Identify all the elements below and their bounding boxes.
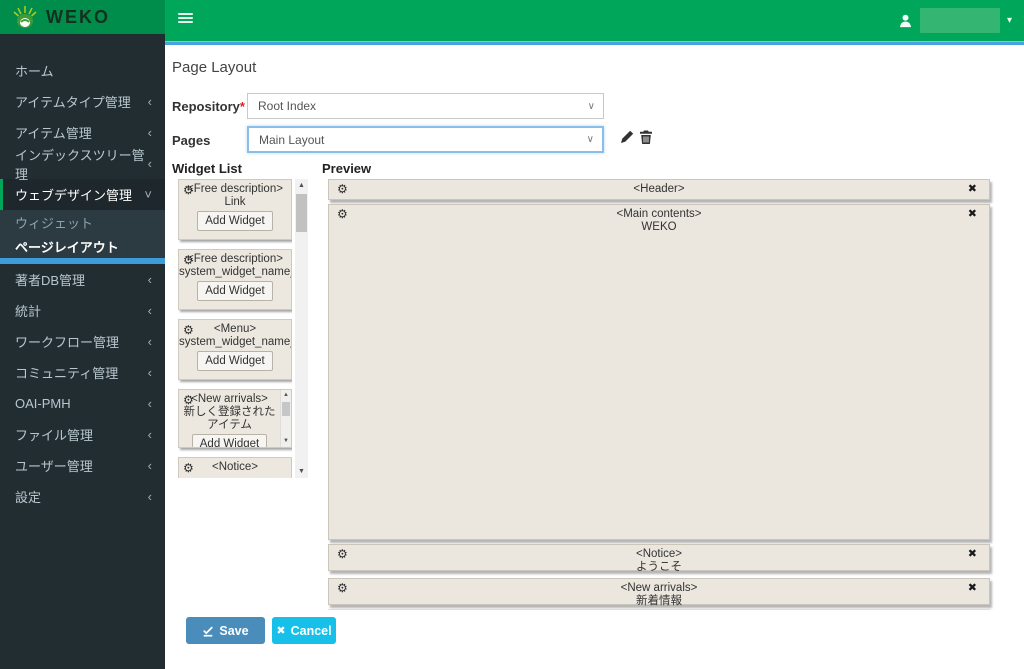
sidebar-item-webdesign-admin[interactable]: ウェブデザイン管理 ˅ [0, 179, 165, 210]
sidebar-item-indextree-admin[interactable]: インデックスツリー管理 ‹ [0, 148, 165, 182]
chevron-left-icon: ‹ [147, 125, 152, 140]
close-icon: ✖ [276, 625, 286, 637]
chevron-down-icon: ▾ [1006, 15, 1012, 26]
scrollbar-thumb[interactable] [282, 402, 290, 416]
preview-block-new-arrivals[interactable]: ⚙ <New arrivals> 新着情報 ✖ [328, 578, 990, 607]
widget-card-new-arrivals: ⚙ <New arrivals> 新しく登録されたアイテム Add Widget… [178, 389, 292, 448]
pages-label: Pages [172, 133, 211, 148]
repository-select[interactable]: Root Index ∨ [247, 93, 604, 119]
scrollbar-thumb[interactable] [296, 194, 307, 232]
chevron-left-icon: ‹ [147, 156, 152, 171]
preview-block-notice[interactable]: ⚙ <Notice> ようこそ ✖ [328, 544, 990, 573]
chevron-left-icon: ‹ [147, 489, 152, 504]
cancel-button[interactable]: ✖ Cancel [272, 617, 336, 644]
widget-list-scrollbar[interactable]: ▲ ▼ [295, 179, 308, 478]
chevron-left-icon: ‹ [147, 365, 152, 380]
close-icon[interactable]: ✖ [968, 182, 977, 195]
sidebar-item-itemtype-admin[interactable]: アイテムタイプ管理 ‹ [0, 86, 165, 117]
required-mark: * [239, 99, 245, 114]
widget-card-notice: ⚙ <Notice> [178, 457, 292, 478]
widget-list-title: Widget List [172, 161, 242, 176]
gear-icon[interactable]: ⚙ [337, 547, 348, 561]
sidebar-item-settings[interactable]: 設定 ‹ [0, 481, 165, 512]
preview-title: Preview [322, 161, 372, 176]
sidebar-item-file-admin[interactable]: ファイル管理 ‹ [0, 419, 165, 450]
gear-icon[interactable]: ⚙ [337, 581, 348, 595]
sidebar-item-authordb-admin[interactable]: 著者DB管理 ‹ [0, 264, 165, 295]
widget-card-free-description-36: ⚙ <Free description> system_widget_name_… [178, 249, 292, 310]
sidebar-item-user-admin[interactable]: ユーザー管理 ‹ [0, 450, 165, 481]
scroll-down-icon[interactable]: ▼ [295, 465, 308, 478]
add-widget-button[interactable]: Add Widget [197, 351, 273, 371]
webdesign-submenu: ウィジェット ページレイアウト [0, 210, 165, 264]
top-navbar: ▾ [165, 0, 1024, 41]
widget-card-free-description-link: ⚙ <Free description> Link Add Widget [178, 179, 292, 240]
gear-icon[interactable]: ⚙ [183, 183, 194, 197]
close-icon[interactable]: ✖ [968, 547, 977, 560]
sidebar-item-oai-pmh[interactable]: OAI-PMH ‹ [0, 388, 165, 419]
chevron-left-icon: ‹ [147, 396, 152, 411]
chevron-left-icon: ‹ [147, 94, 152, 109]
close-icon[interactable]: ✖ [968, 581, 977, 594]
sidebar-subitem-widget[interactable]: ウィジェット [0, 210, 165, 234]
widget-list: ⚙ <Free description> Link Add Widget ⚙ <… [178, 179, 292, 478]
gear-icon[interactable]: ⚙ [183, 323, 194, 337]
select-caret-icon: ∨ [586, 134, 594, 145]
gear-icon[interactable]: ⚙ [337, 207, 348, 221]
add-widget-button[interactable]: Add Widget [197, 211, 273, 231]
add-widget-button[interactable]: Add Widget [191, 434, 268, 447]
sidebar-item-community-admin[interactable]: コミュニティ管理 ‹ [0, 357, 165, 388]
save-check-icon [203, 626, 214, 637]
select-caret-icon: ∨ [587, 100, 595, 112]
delete-page-icon[interactable] [638, 129, 654, 145]
sidebar: ホーム アイテムタイプ管理 ‹ アイテム管理 ‹ インデックスツリー管理 ‹ ウ… [0, 34, 165, 669]
page-title: Page Layout [172, 59, 257, 76]
chevron-left-icon: ‹ [147, 334, 152, 349]
scroll-up-icon[interactable]: ▲ [281, 390, 291, 401]
scroll-up-icon[interactable]: ▲ [295, 179, 308, 192]
save-button[interactable]: Save [186, 617, 265, 644]
user-icon [899, 14, 912, 28]
gear-icon[interactable]: ⚙ [183, 253, 194, 267]
pages-select[interactable]: Main Layout ∨ [247, 126, 604, 153]
edit-page-icon[interactable] [619, 129, 635, 145]
page-layout-screen: WEKO ▾ ホーム アイテムタイプ管理 ‹ アイテム管理 ‹ インデックスツリ… [0, 0, 1024, 669]
chevron-left-icon: ‹ [147, 427, 152, 442]
weko-logo-icon [13, 6, 37, 28]
sidebar-toggle-icon[interactable] [178, 13, 193, 25]
user-name-redacted [919, 8, 1000, 33]
gear-icon[interactable]: ⚙ [183, 461, 194, 475]
preview-panel: ⚙ <Header> ✖ ⚙ <Main contents> WEKO ✖ ⚙ … [328, 179, 990, 610]
brand-logo[interactable]: WEKO [0, 0, 165, 34]
brand-name: WEKO [46, 6, 110, 27]
chevron-down-icon: ˅ [144, 187, 152, 202]
sidebar-item-statistics[interactable]: 統計 ‹ [0, 295, 165, 326]
gear-icon[interactable]: ⚙ [337, 182, 348, 196]
widget-card-scrollbar[interactable]: ▲ ▼ [280, 390, 291, 447]
user-menu[interactable]: ▾ [898, 8, 1012, 33]
scroll-down-icon[interactable]: ▼ [281, 436, 291, 447]
sidebar-subitem-page-layout[interactable]: ページレイアウト [0, 234, 165, 258]
sidebar-item-home[interactable]: ホーム [0, 55, 165, 86]
sidebar-item-workflow-admin[interactable]: ワークフロー管理 ‹ [0, 326, 165, 357]
chevron-left-icon: ‹ [147, 458, 152, 473]
chevron-left-icon: ‹ [147, 303, 152, 318]
sidebar-item-item-admin[interactable]: アイテム管理 ‹ [0, 117, 165, 148]
gear-icon[interactable]: ⚙ [183, 393, 194, 407]
close-icon[interactable]: ✖ [968, 207, 977, 220]
widget-card-menu-25: ⚙ <Menu> system_widget_name_25 Add Widge… [178, 319, 292, 380]
add-widget-button[interactable]: Add Widget [197, 281, 273, 301]
preview-block-main-contents[interactable]: ⚙ <Main contents> WEKO ✖ [328, 204, 990, 540]
preview-block-header[interactable]: ⚙ <Header> ✖ [328, 179, 990, 200]
repository-label: Repository* [172, 99, 245, 114]
chevron-left-icon: ‹ [147, 272, 152, 287]
